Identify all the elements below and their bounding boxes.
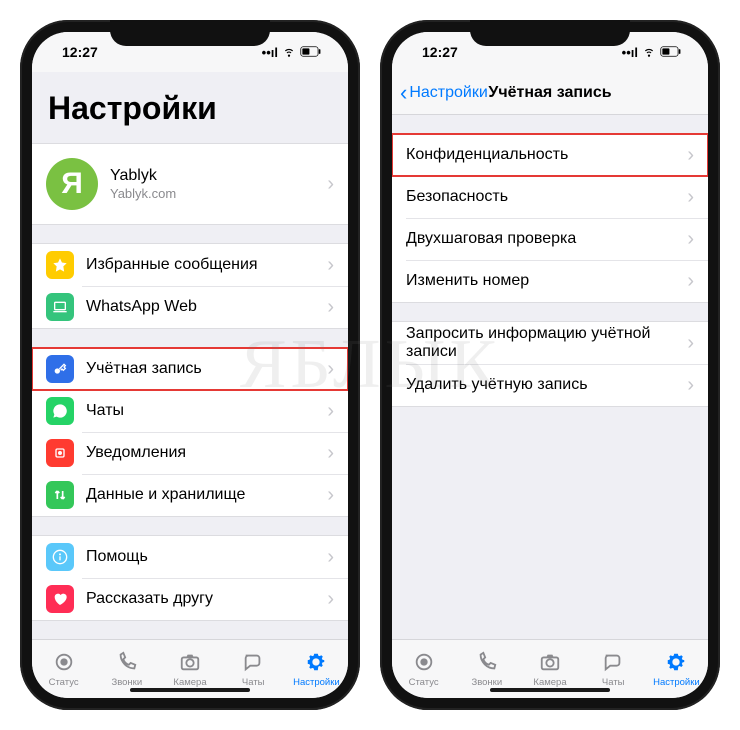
updown-icon <box>46 481 74 509</box>
chevron-right-icon: › <box>327 443 334 463</box>
tab-gear[interactable]: Настройки <box>645 640 708 698</box>
wifi-icon <box>282 44 296 60</box>
row-label: Чаты <box>86 402 315 420</box>
status-icon <box>52 651 76 676</box>
row-label: Удалить учётную запись <box>406 376 675 394</box>
phone-left: 12:27 ••ıl Настройки Я <box>20 20 360 710</box>
tab-label: Чаты <box>602 677 625 688</box>
chevron-right-icon: › <box>687 229 694 249</box>
tab-label: Статус <box>409 677 439 688</box>
row-label: WhatsApp Web <box>86 298 315 316</box>
chevron-right-icon: › <box>687 333 694 353</box>
signal-icon: ••ıl <box>262 46 278 59</box>
list-item[interactable]: Рассказать другу › <box>32 578 348 620</box>
chevron-right-icon: › <box>327 589 334 609</box>
chevron-right-icon: › <box>327 255 334 275</box>
row-label: Безопасность <box>406 188 675 206</box>
row-label: Конфиденциальность <box>406 146 675 164</box>
star-icon <box>46 251 74 279</box>
tab-label: Камера <box>533 677 566 688</box>
list-item[interactable]: Изменить номер › <box>392 260 708 302</box>
chevron-right-icon: › <box>327 297 334 317</box>
page-title: Настройки <box>32 72 348 135</box>
nav-bar: ‹ Настройки Учётная запись <box>392 72 708 115</box>
list-item[interactable]: Запросить информацию учётной записи › <box>392 322 708 364</box>
avatar: Я <box>46 158 98 210</box>
tab-gear[interactable]: Настройки <box>285 640 348 698</box>
whatsapp-icon <box>46 397 74 425</box>
notch <box>110 20 270 46</box>
chevron-right-icon: › <box>327 174 334 194</box>
gear-icon <box>664 651 688 676</box>
row-label: Избранные сообщения <box>86 256 315 274</box>
chevron-right-icon: › <box>327 359 334 379</box>
home-indicator <box>130 688 250 692</box>
list-item[interactable]: Двухшаговая проверка › <box>392 218 708 260</box>
wifi-icon <box>642 44 656 60</box>
profile-row[interactable]: Я Yablyk Yablyk.com › <box>32 144 348 224</box>
gear-icon <box>304 651 328 676</box>
chevron-right-icon: › <box>687 145 694 165</box>
heart-icon <box>46 585 74 613</box>
row-label: Данные и хранилище <box>86 486 315 504</box>
signal-icon: ••ıl <box>622 46 638 59</box>
chevron-right-icon: › <box>327 485 334 505</box>
bell-icon <box>46 439 74 467</box>
tab-status[interactable]: Статус <box>392 640 455 698</box>
list-item[interactable]: Удалить учётную запись › <box>392 364 708 406</box>
tab-status[interactable]: Статус <box>32 640 95 698</box>
tab-label: Чаты <box>242 677 265 688</box>
tab-label: Камера <box>173 677 206 688</box>
list-item[interactable]: Данные и хранилище › <box>32 474 348 516</box>
info-icon <box>46 543 74 571</box>
row-label: Двухшаговая проверка <box>406 230 675 248</box>
home-indicator <box>490 688 610 692</box>
list-item[interactable]: WhatsApp Web › <box>32 286 348 328</box>
list-item[interactable]: Чаты › <box>32 390 348 432</box>
chevron-right-icon: › <box>327 547 334 567</box>
battery-icon <box>300 46 322 59</box>
chats-icon <box>241 651 265 676</box>
profile-sub: Yablyk.com <box>110 186 315 201</box>
list-item[interactable]: Избранные сообщения › <box>32 244 348 286</box>
chats-icon <box>601 651 625 676</box>
tab-label: Звонки <box>111 677 142 688</box>
status-time: 12:27 <box>412 44 458 60</box>
status-icon <box>412 651 436 676</box>
status-time: 12:27 <box>52 44 98 60</box>
list-item[interactable]: Учётная запись › <box>32 348 348 390</box>
key-icon <box>46 355 74 383</box>
tab-label: Настройки <box>293 677 340 688</box>
back-label: Настройки <box>409 84 487 102</box>
tab-label: Настройки <box>653 677 700 688</box>
row-label: Уведомления <box>86 444 315 462</box>
chevron-left-icon: ‹ <box>400 82 407 104</box>
profile-name: Yablyk <box>110 167 315 185</box>
notch <box>470 20 630 46</box>
chevron-right-icon: › <box>687 375 694 395</box>
list-item[interactable]: Безопасность › <box>392 176 708 218</box>
tab-label: Статус <box>49 677 79 688</box>
battery-icon <box>660 46 682 59</box>
phone-icon <box>475 651 499 676</box>
phone-right: 12:27 ••ıl ‹ Настройки Учётная запись <box>380 20 720 710</box>
laptop-icon <box>46 293 74 321</box>
chevron-right-icon: › <box>327 401 334 421</box>
chevron-right-icon: › <box>687 187 694 207</box>
back-button[interactable]: ‹ Настройки <box>392 82 488 104</box>
row-label: Помощь <box>86 548 315 566</box>
camera-icon <box>178 651 202 676</box>
row-label: Изменить номер <box>406 272 675 290</box>
row-label: Учётная запись <box>86 360 315 378</box>
chevron-right-icon: › <box>687 271 694 291</box>
list-item[interactable]: Помощь › <box>32 536 348 578</box>
list-item[interactable]: Конфиденциальность › <box>392 134 708 176</box>
list-item[interactable]: Уведомления › <box>32 432 348 474</box>
tab-label: Звонки <box>471 677 502 688</box>
row-label: Запросить информацию учётной записи <box>406 325 675 361</box>
phone-icon <box>115 651 139 676</box>
row-label: Рассказать другу <box>86 590 315 608</box>
camera-icon <box>538 651 562 676</box>
